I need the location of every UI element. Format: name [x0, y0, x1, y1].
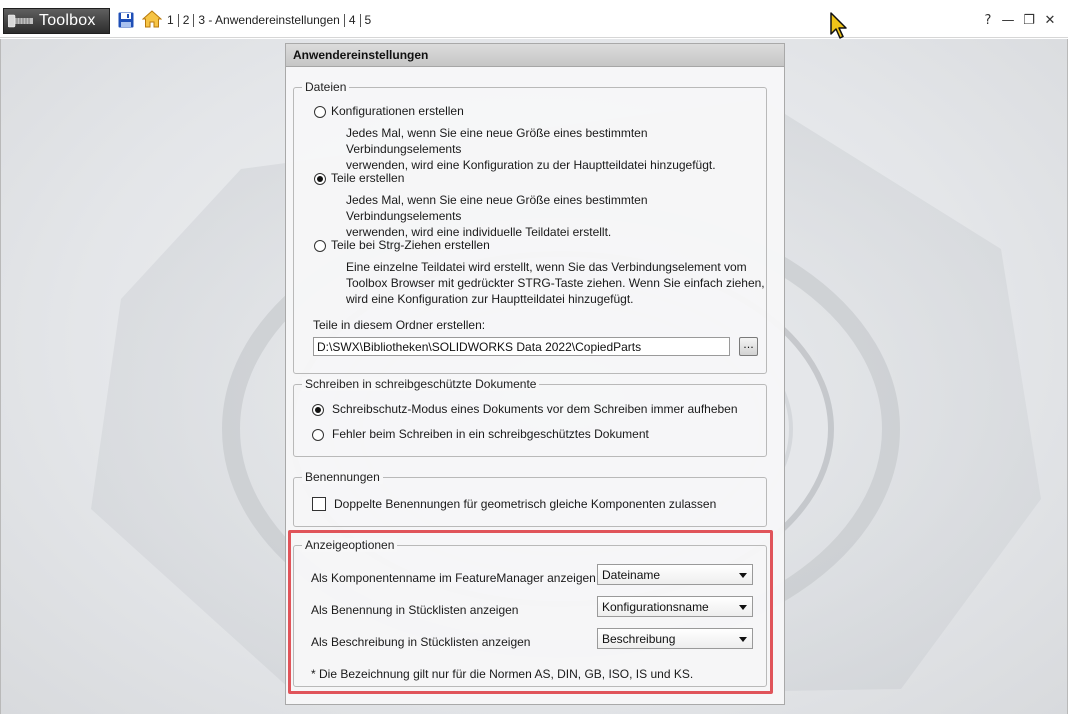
group-benennungen-title: Benennungen — [302, 470, 383, 484]
breadcrumb-step-1[interactable]: 1 — [167, 13, 174, 27]
close-button[interactable]: ✕ — [1042, 12, 1058, 28]
checkbox-label-doppelte-benennungen[interactable]: Doppelte Benennungen für geometrisch gle… — [334, 497, 716, 511]
toolbox-logo: Toolbox — [3, 8, 110, 34]
footnote-normen: * Die Bezeichnung gilt nur für die Norme… — [311, 667, 694, 681]
radio-teile-erstellen[interactable] — [314, 173, 326, 185]
group-anzeigeoptionen-title: Anzeigeoptionen — [302, 538, 398, 552]
label-benennung-stuecklisten: Als Benennung in Stücklisten anzeigen — [311, 603, 519, 617]
radio-label-teile[interactable]: Teile erstellen — [331, 171, 404, 185]
radio-label-strg-ziehen[interactable]: Teile bei Strg-Ziehen erstellen — [331, 238, 490, 252]
radio-konfigurationen-erstellen[interactable] — [314, 106, 326, 118]
app-title: Toolbox — [39, 12, 96, 29]
minimize-button[interactable]: — — [1000, 12, 1016, 28]
browse-folder-button[interactable]: ... — [739, 337, 758, 356]
radio-label-fehler-beim-schreiben[interactable]: Fehler beim Schreiben in ein schreibgesc… — [332, 427, 649, 441]
chevron-down-icon — [739, 573, 747, 578]
chevron-down-icon — [739, 605, 747, 610]
desc-teile: Jedes Mal, wenn Sie eine neue Größe eine… — [346, 193, 648, 239]
label-beschreibung-stuecklisten: Als Beschreibung in Stücklisten anzeigen — [311, 635, 531, 649]
desc-strg-ziehen: Eine einzelne Teildatei wird erstellt, w… — [346, 260, 765, 306]
desc-konfigurationen: Jedes Mal, wenn Sie eine neue Größe eine… — [346, 126, 716, 172]
radio-schreibschutz-aufheben[interactable] — [312, 404, 324, 416]
select-benennung-stuecklisten[interactable]: Konfigurationsname — [597, 596, 753, 617]
settings-panel: Anwendereinstellungen Dateien Konfigurat… — [285, 43, 785, 705]
radio-label-schreibschutz-aufheben[interactable]: Schreibschutz-Modus eines Dokuments vor … — [332, 402, 738, 416]
mouse-pointer-icon — [830, 12, 847, 39]
radio-label-konfigurationen[interactable]: Konfigurationen erstellen — [331, 104, 464, 118]
folder-path-input[interactable]: D:\SWX\Bibliotheken\SOLIDWORKS Data 2022… — [313, 337, 730, 356]
breadcrumb-step-3[interactable]: 3 - Anwendereinstellungen — [198, 13, 339, 27]
folder-label: Teile in diesem Ordner erstellen: — [313, 318, 486, 332]
breadcrumb-step-4[interactable]: 4 — [349, 13, 356, 27]
chevron-down-icon — [739, 637, 747, 642]
help-button[interactable]: ? — [980, 12, 996, 28]
group-schreiben-title: Schreiben in schreibgeschützte Dokumente — [302, 377, 540, 391]
group-schreiben: Schreiben in schreibgeschützte Dokumente… — [293, 377, 767, 457]
label-komponentenname: Als Komponentenname im FeatureManager an… — [311, 571, 596, 585]
group-benennungen: Benennungen Doppelte Benennungen für geo… — [293, 470, 767, 527]
radio-teile-strg-ziehen[interactable] — [314, 240, 326, 252]
restore-button[interactable]: ❐ — [1021, 12, 1037, 28]
breadcrumb-step-5[interactable]: 5 — [365, 13, 372, 27]
group-anzeigeoptionen: Anzeigeoptionen Als Komponentenname im F… — [293, 538, 767, 687]
breadcrumb-step-2[interactable]: 2 — [183, 13, 190, 27]
checkbox-doppelte-benennungen[interactable] — [312, 497, 326, 511]
home-icon[interactable] — [142, 10, 162, 28]
title-bar: Toolbox 1 2 3 - Anwendereinstellungen 4 … — [0, 0, 1068, 39]
floppy-disk-icon[interactable] — [118, 12, 134, 28]
panel-title: Anwendereinstellungen — [286, 44, 784, 67]
bolt-icon — [8, 14, 33, 28]
group-dateien: Dateien Konfigurationen erstellen Jedes … — [293, 80, 767, 374]
select-beschreibung-stuecklisten[interactable]: Beschreibung — [597, 628, 753, 649]
radio-fehler-beim-schreiben[interactable] — [312, 429, 324, 441]
select-komponentenname[interactable]: Dateiname — [597, 564, 753, 585]
breadcrumb: 1 2 3 - Anwendereinstellungen 4 5 — [167, 13, 371, 27]
group-dateien-title: Dateien — [302, 80, 350, 94]
